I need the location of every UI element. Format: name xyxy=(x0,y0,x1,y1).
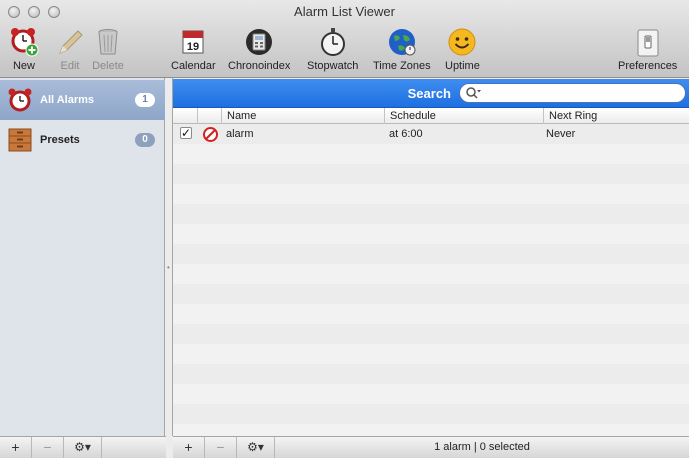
sidebar-item-label: All Alarms xyxy=(40,94,95,106)
light-switch-icon xyxy=(637,29,659,57)
calendar-icon: 19 xyxy=(182,30,204,54)
trash-can-icon xyxy=(98,29,118,55)
alarm-schedule: at 6:00 xyxy=(389,128,423,140)
alarm-next-ring: Never xyxy=(546,128,576,140)
delete-button[interactable]: Delete xyxy=(92,26,124,72)
globe-icon xyxy=(388,29,416,56)
status-text: 1 alarm | 0 selected xyxy=(434,441,530,453)
table-row xyxy=(173,164,689,184)
table-row xyxy=(173,144,689,164)
edit-button[interactable]: Edit xyxy=(54,26,86,72)
table-row xyxy=(173,224,689,244)
sidebar-item-label: Presets xyxy=(40,134,80,146)
search-bar: Search xyxy=(173,79,689,108)
window-title: Alarm List Viewer xyxy=(294,4,395,19)
next-ring-column-header[interactable]: Next Ring xyxy=(543,108,689,124)
remove-alarm-button[interactable]: − xyxy=(205,437,237,458)
table-row xyxy=(173,364,689,384)
alarm-clock-icon xyxy=(8,88,32,112)
stopwatch-button[interactable]: Stopwatch xyxy=(307,26,358,72)
table-row xyxy=(173,264,689,284)
no-entry-icon xyxy=(203,127,218,142)
time-zones-label: Time Zones xyxy=(373,60,431,72)
enabled-column-header[interactable] xyxy=(173,108,197,124)
search-input[interactable] xyxy=(482,86,680,100)
pencil-icon xyxy=(59,30,83,54)
split-view-divider[interactable]: • xyxy=(165,78,173,436)
search-field[interactable] xyxy=(459,83,686,103)
alarm-clock-add-icon xyxy=(11,28,39,57)
alarm-gear-menu-button[interactable]: ⚙▾ xyxy=(237,437,275,458)
uptime-button[interactable]: Uptime xyxy=(445,26,480,72)
table-row xyxy=(173,304,689,324)
table-header: Name Schedule Next Ring xyxy=(173,108,689,124)
new-label: New xyxy=(12,60,35,72)
calendar-icon-date: 19 xyxy=(187,41,199,53)
alarm-name: alarm xyxy=(226,128,254,140)
drawer-icon xyxy=(8,128,32,152)
chronoindex-icon xyxy=(246,29,273,55)
new-button[interactable]: New xyxy=(8,26,40,72)
table-row xyxy=(173,184,689,204)
count-badge: 1 xyxy=(135,93,155,107)
sidebar-remove-button[interactable]: − xyxy=(32,437,64,458)
delete-label: Delete xyxy=(92,60,124,72)
stopwatch-label: Stopwatch xyxy=(307,60,359,72)
main-bottom-bar: + − ⚙▾ 1 alarm | 0 selected xyxy=(173,436,689,458)
chronoindex-label: Chronoindex xyxy=(228,60,291,72)
window-toolbar: Alarm List Viewer New Edit Delete 19 Cal… xyxy=(0,0,689,78)
calendar-button[interactable]: 19 Calendar xyxy=(171,26,216,72)
table-row xyxy=(173,324,689,344)
table-row xyxy=(173,204,689,224)
status-column-header[interactable] xyxy=(197,108,221,124)
preferences-label: Preferences xyxy=(618,60,678,72)
sidebar-bottom-bar: + − ⚙▾ xyxy=(0,436,166,458)
count-badge: 0 xyxy=(135,133,155,147)
preferences-button[interactable]: Preferences xyxy=(618,26,677,72)
table-row xyxy=(173,384,689,404)
schedule-column-header[interactable]: Schedule xyxy=(384,108,543,124)
table-row xyxy=(173,344,689,364)
smiley-icon xyxy=(448,28,476,56)
search-icon xyxy=(466,87,481,99)
chronoindex-button[interactable]: Chronoindex xyxy=(228,26,290,72)
alarm-table: ✓ alarm at 6:00 Never xyxy=(173,124,689,436)
sidebar-add-button[interactable]: + xyxy=(0,437,32,458)
add-alarm-button[interactable]: + xyxy=(173,437,205,458)
table-row xyxy=(173,404,689,424)
edit-label: Edit xyxy=(60,60,80,72)
calendar-label: Calendar xyxy=(171,60,216,72)
sidebar-item-all-alarms[interactable]: All Alarms 1 xyxy=(0,80,165,120)
enabled-checkbox[interactable]: ✓ xyxy=(180,127,192,139)
time-zones-button[interactable]: Time Zones xyxy=(373,26,431,72)
name-column-header[interactable]: Name xyxy=(221,108,384,124)
table-row xyxy=(173,284,689,304)
uptime-label: Uptime xyxy=(445,60,480,72)
sidebar-item-presets[interactable]: Presets 0 xyxy=(0,120,165,160)
table-row xyxy=(173,244,689,264)
stopwatch-icon xyxy=(320,28,345,56)
sidebar-gear-menu-button[interactable]: ⚙▾ xyxy=(64,437,102,458)
sidebar: All Alarms 1 Presets 0 xyxy=(0,78,165,436)
table-row[interactable]: ✓ alarm at 6:00 Never xyxy=(173,124,689,144)
search-label: Search xyxy=(407,86,451,101)
table-row xyxy=(173,424,689,436)
divider-handle-icon: • xyxy=(167,263,170,272)
